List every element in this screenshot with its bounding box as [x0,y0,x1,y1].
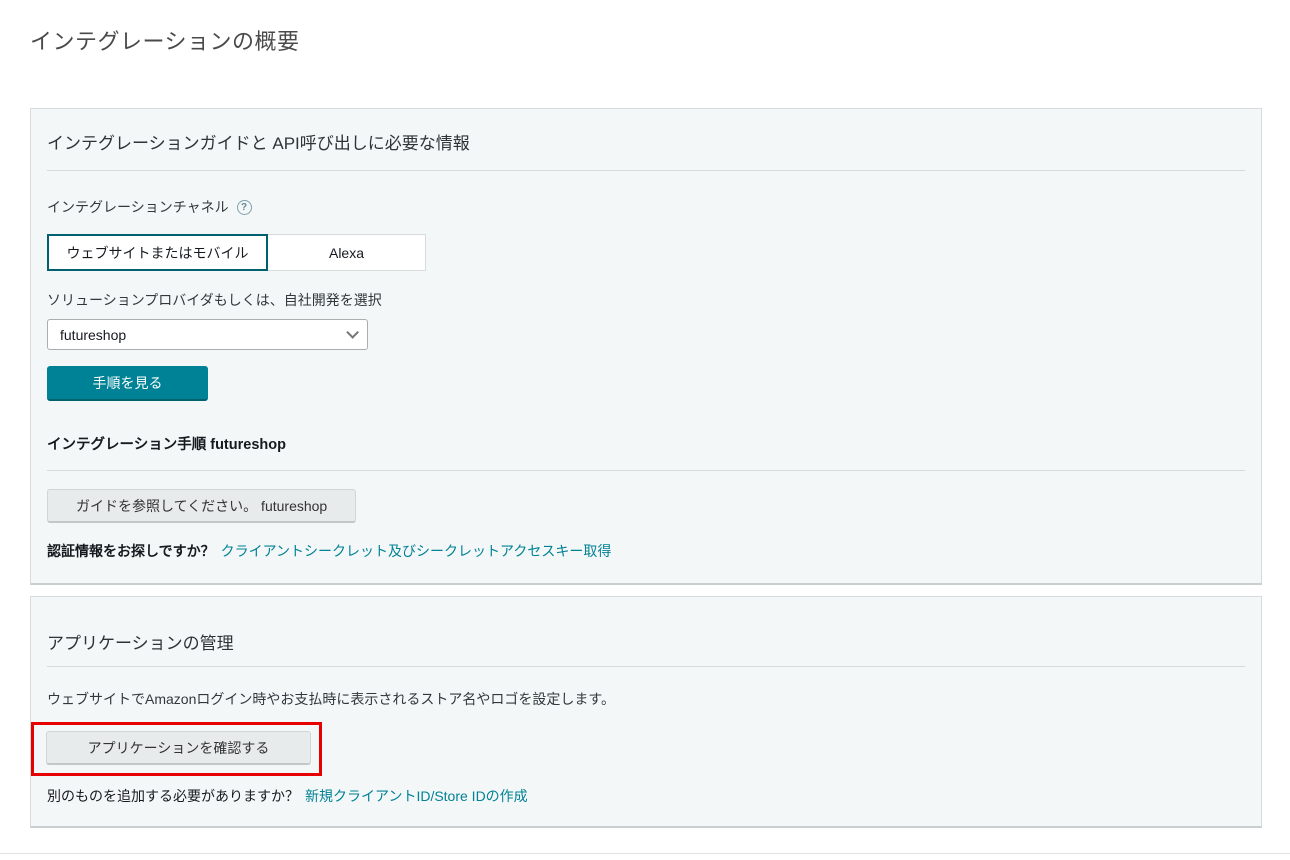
tab-alexa[interactable]: Alexa [268,234,426,271]
credentials-question: 認証情報をお探しですか？ [47,543,215,559]
divider [47,170,1245,171]
integration-central-page: インテグレーションの概要 インテグレーションガイドと API呼び出しに必要な情報… [0,0,1290,860]
application-management-card-title: アプリケーションの管理 [47,629,1245,654]
channel-tab-group: ウェブサイトまたはモバイル Alexa [47,234,1245,271]
footer-divider [0,853,1290,854]
highlight-box: アプリケーションを確認する [31,722,322,776]
view-steps-button[interactable]: 手順を見る [47,366,208,401]
divider [47,470,1245,471]
integration-channel-label: インテグレーションチャネル [47,197,229,217]
page-title: インテグレーションの概要 [30,24,1290,56]
provider-select[interactable]: futureshop [47,319,368,350]
integration-guide-card-title: インテグレーションガイドと API呼び出しに必要な情報 [47,129,1245,154]
chevron-down-icon [346,326,359,339]
add-another-question: 別のものを追加する必要がありますか？ [47,788,299,804]
view-applications-button[interactable]: アプリケーションを確認する [46,731,311,765]
application-management-card: アプリケーションの管理 ウェブサイトでAmazonログイン時やお支払時に表示され… [30,596,1262,828]
divider [47,666,1245,667]
create-client-id-link[interactable]: 新規クライアントID/Store IDの作成 [305,788,528,804]
application-description: ウェブサイトでAmazonログイン時やお支払時に表示されるストア名やロゴを設定し… [47,689,1245,709]
integration-steps-heading: インテグレーション手順 futureshop [47,433,1245,454]
provider-select-value: futureshop [60,327,126,343]
help-icon[interactable]: ? [237,200,252,215]
guide-reference-button[interactable]: ガイドを参照してください。 futureshop [47,489,356,523]
integration-guide-card: インテグレーションガイドと API呼び出しに必要な情報 インテグレーションチャネ… [30,108,1262,585]
provider-label: ソリューションプロバイダもしくは、自社開発を選択 [47,290,1245,310]
credentials-link[interactable]: クライアントシークレット及びシークレットアクセスキー取得 [221,543,612,559]
tab-website-or-mobile[interactable]: ウェブサイトまたはモバイル [47,234,268,271]
